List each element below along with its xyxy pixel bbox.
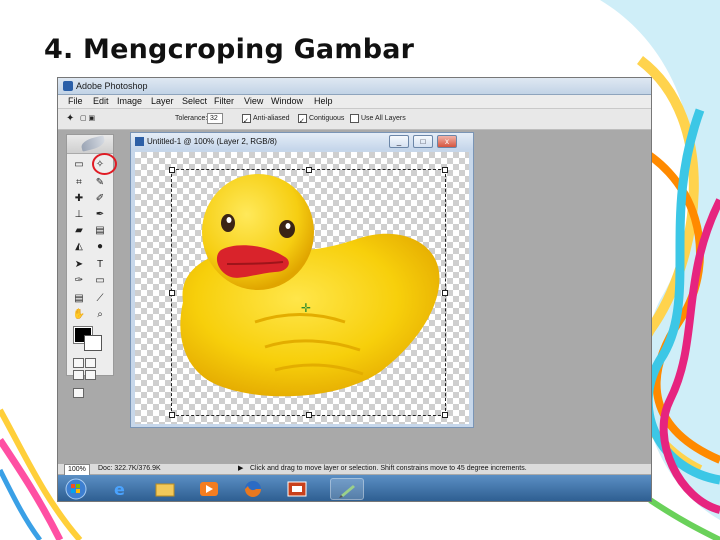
transform-handle[interactable] [306, 167, 312, 173]
selection-mode-icons[interactable]: ▢ ▣ [80, 109, 95, 129]
transform-handle[interactable] [442, 167, 448, 173]
status-hint: Click and drag to move layer or selectio… [250, 465, 527, 472]
use-all-layers-label: Use All Layers [361, 115, 406, 122]
options-bar: ✦ ▢ ▣ Tolerance: 32 Anti-aliased Contigu… [58, 109, 651, 132]
app-title: Adobe Photoshop [76, 81, 148, 91]
menu-image[interactable]: Image [117, 95, 142, 108]
zoom-tool-icon[interactable]: ⌕ [93, 309, 107, 321]
contiguous-label: Contiguous [309, 115, 345, 122]
menu-select[interactable]: Select [182, 95, 207, 108]
tools-panel: ▭ ✧ ⌗ ✎ ✚ ✐ ⊥ ✒ ▰ ▤ ◭ ● ➤ T ✑ ▭ ▤ ⟋ ✋ ⌕ [66, 134, 117, 398]
slice-tool-icon[interactable]: ✎ [93, 177, 107, 189]
feather-logo-icon [80, 135, 106, 152]
transform-handle[interactable] [169, 167, 175, 173]
crop-tool-icon[interactable]: ⌗ [72, 177, 86, 189]
history-brush-icon[interactable]: ✒ [93, 209, 107, 221]
media-player-icon[interactable] [192, 478, 226, 500]
eraser-tool-icon[interactable]: ▰ [72, 225, 86, 237]
slide-title: 4. Mengcroping Gambar [44, 34, 415, 65]
quick-mask-buttons[interactable] [73, 355, 107, 368]
transform-handle[interactable] [169, 290, 175, 296]
transform-handle[interactable] [169, 412, 175, 418]
screen-mode-buttons[interactable] [73, 367, 107, 398]
type-tool-icon[interactable]: T [93, 259, 107, 271]
menu-file[interactable]: File [68, 95, 83, 108]
file-explorer-icon[interactable] [148, 478, 182, 500]
document-titlebar: Untitled-1 @ 100% (Layer 2, RGB/8) _ □ x [131, 133, 473, 150]
contiguous-checkbox[interactable] [298, 112, 307, 132]
selection-marquee[interactable] [169, 167, 448, 418]
photoshop-window: Adobe Photoshop File Edit Image Layer Se… [57, 77, 652, 502]
blur-tool-icon[interactable]: ◭ [72, 241, 86, 253]
menu-view[interactable]: View [244, 95, 263, 108]
menu-filter[interactable]: Filter [214, 95, 234, 108]
menu-edit[interactable]: Edit [93, 95, 109, 108]
hand-tool-icon[interactable]: ✋ [72, 309, 86, 321]
eyedropper-icon[interactable]: ⟋ [93, 293, 107, 305]
status-arrow-icon[interactable]: ▶ [238, 464, 243, 474]
healing-brush-icon[interactable]: ✚ [72, 193, 86, 205]
status-bar: 100% Doc: 322.7K/376.9K ▶ Click and drag… [58, 463, 651, 476]
menu-help[interactable]: Help [314, 95, 333, 108]
clone-stamp-icon[interactable]: ⊥ [72, 209, 86, 221]
brush-tool-icon[interactable]: ✐ [93, 193, 107, 205]
shape-tool-icon[interactable]: ▭ [93, 275, 107, 287]
start-button[interactable] [62, 478, 90, 500]
anti-aliased-checkbox[interactable] [242, 112, 251, 132]
gradient-tool-icon[interactable]: ▤ [93, 225, 107, 237]
maximize-button[interactable]: □ [413, 135, 433, 148]
windows-taskbar: e [58, 475, 651, 501]
dodge-tool-icon[interactable]: ● [93, 241, 107, 253]
document-size: Doc: 322.7K/376.9K [98, 465, 161, 472]
transform-handle[interactable] [442, 412, 448, 418]
use-all-layers-checkbox[interactable] [350, 113, 359, 123]
anti-aliased-label: Anti-aliased [253, 115, 290, 122]
notes-tool-icon[interactable]: ▤ [72, 293, 86, 305]
path-selection-icon[interactable]: ➤ [72, 259, 86, 271]
document-window: Untitled-1 @ 100% (Layer 2, RGB/8) _ □ x [130, 132, 474, 428]
menu-bar: File Edit Image Layer Select Filter View… [58, 95, 651, 109]
photoshop-taskbar-icon[interactable] [330, 478, 364, 500]
close-button[interactable]: x [437, 135, 457, 148]
canvas[interactable]: ✛ [135, 152, 469, 424]
transform-handle[interactable] [442, 290, 448, 296]
magic-wand-highlight-circle [92, 153, 117, 175]
menu-layer[interactable]: Layer [151, 95, 174, 108]
background-color-swatch[interactable] [84, 335, 102, 351]
internet-explorer-icon[interactable]: e [104, 478, 138, 500]
pen-tool-icon[interactable]: ✑ [72, 275, 86, 287]
svg-text:e: e [114, 480, 125, 499]
minimize-button[interactable]: _ [389, 135, 409, 148]
tolerance-label: Tolerance: [175, 115, 208, 122]
marquee-tool-icon[interactable]: ▭ [72, 159, 86, 171]
transform-handle[interactable] [306, 412, 312, 418]
photoshop-logo-icon [63, 81, 73, 91]
tools-panel-header [67, 135, 113, 154]
powerpoint-icon[interactable] [280, 478, 314, 500]
tolerance-value: 32 [210, 115, 218, 122]
app-titlebar: Adobe Photoshop [58, 78, 651, 95]
magic-wand-tool-icon[interactable]: ✦ [66, 109, 74, 129]
document-title: Untitled-1 @ 100% (Layer 2, RGB/8) [147, 137, 277, 146]
firefox-icon[interactable] [236, 478, 270, 500]
document-icon [135, 137, 144, 146]
menu-window[interactable]: Window [271, 95, 303, 108]
